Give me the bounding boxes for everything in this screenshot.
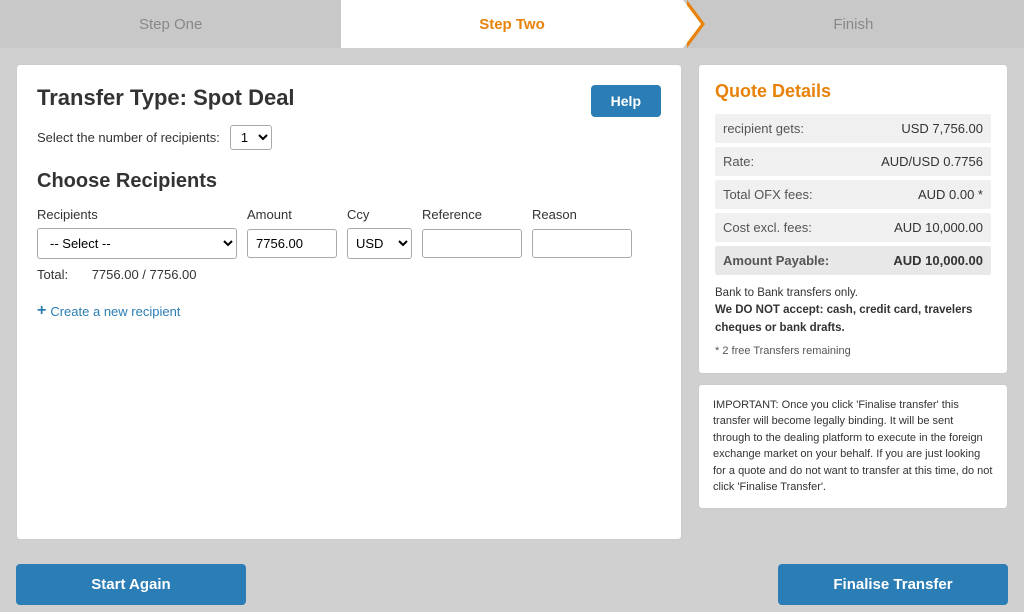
ccy-select[interactable]: USD AUD EUR GBP [347,228,412,259]
help-button[interactable]: Help [591,85,661,117]
start-again-button[interactable]: Start Again [16,564,246,605]
step-finish: Finish [683,0,1024,48]
col-header-reference: Reference [422,207,522,222]
quote-row-1: Rate: AUD/USD 0.7756 [715,147,991,176]
section-title: Choose Recipients [37,170,661,193]
important-notice-card: IMPORTANT: Once you click 'Finalise tran… [698,384,1008,509]
step-one: Step One [0,0,341,48]
table-row: -- Select -- USD AUD EUR GBP [37,228,661,259]
important-notice-text: IMPORTANT: Once you click 'Finalise tran… [713,399,992,494]
total-value: 7756.00 / 7756.00 [92,267,197,282]
recipients-count-select[interactable]: 1 2 3 [230,125,272,150]
recipients-count-row: Select the number of recipients: 1 2 3 [37,125,661,150]
quote-details-card: Quote Details recipient gets: USD 7,756.… [698,64,1008,374]
free-transfers: * 2 free Transfers remaining [715,345,991,357]
bank-notice: Bank to Bank transfers only. We DO NOT a… [715,285,991,337]
left-panel: Transfer Type: Spot Deal Help Select the… [16,64,682,540]
page-title: Transfer Type: Spot Deal [37,85,661,111]
main-container: Transfer Type: Spot Deal Help Select the… [0,48,1024,556]
quote-title: Quote Details [715,81,991,102]
col-header-recipients: Recipients [37,207,237,222]
col-header-ccy: Ccy [347,207,412,222]
step-two: Step Two [341,0,682,48]
amount-input[interactable] [247,229,337,258]
quote-row-2: Total OFX fees: AUD 0.00 * [715,180,991,209]
finalise-transfer-button[interactable]: Finalise Transfer [778,564,1008,605]
footer: Start Again Finalise Transfer [0,556,1024,612]
total-label: Total: [37,267,68,282]
reference-input[interactable] [422,229,522,258]
quote-row-0: recipient gets: USD 7,756.00 [715,114,991,143]
recipients-count-label: Select the number of recipients: [37,130,220,145]
col-header-reason: Reason [532,207,632,222]
quote-row-3: Cost excl. fees: AUD 10,000.00 [715,213,991,242]
right-panel: Quote Details recipient gets: USD 7,756.… [698,64,1008,540]
reason-input[interactable] [532,229,632,258]
create-recipient-label: Create a new recipient [50,304,180,319]
progress-bar: Step One Step Two Finish [0,0,1024,48]
total-row: Total: 7756.00 / 7756.00 [37,267,661,282]
quote-row-4: Amount Payable: AUD 10,000.00 [715,246,991,275]
plus-icon: + [37,302,46,320]
table-header: Recipients Amount Ccy Reference Reason [37,207,661,222]
recipients-select[interactable]: -- Select -- [37,228,237,259]
create-recipient-link[interactable]: + Create a new recipient [37,302,661,320]
col-header-amount: Amount [247,207,337,222]
